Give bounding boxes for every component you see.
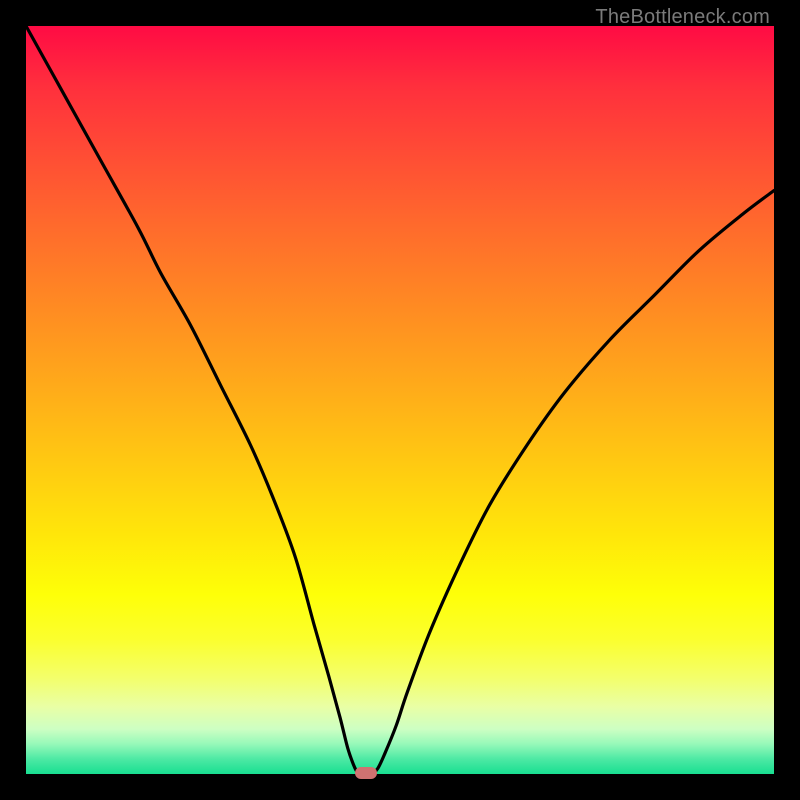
plot-area — [26, 26, 774, 774]
bottleneck-curve — [26, 26, 774, 773]
curve-svg — [26, 26, 774, 774]
chart-frame: TheBottleneck.com — [0, 0, 800, 800]
optimal-point-marker — [355, 767, 377, 779]
